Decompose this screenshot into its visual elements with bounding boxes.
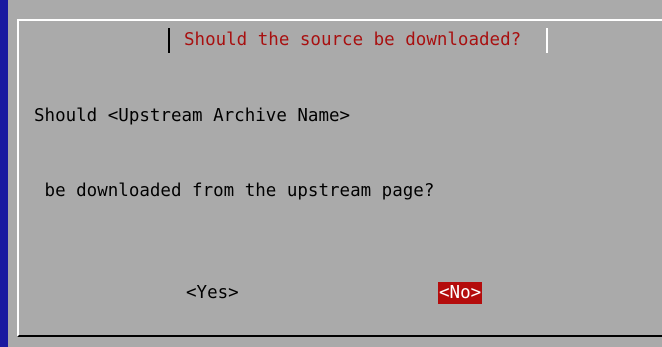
- dialog-screen: Should the source be downloaded? Should …: [0, 0, 662, 347]
- no-button[interactable]: <No>: [438, 282, 483, 304]
- title-bracket-left: [168, 28, 170, 53]
- terminal-left-edge: [0, 0, 8, 347]
- yes-button[interactable]: <Yes>: [186, 282, 239, 304]
- message-line-1: Should <Upstream Archive Name>: [34, 106, 351, 126]
- dialog-title: Should the source be downloaded?: [184, 30, 522, 50]
- title-bracket-right: [546, 28, 548, 53]
- message-line-2: be downloaded from the upstream page?: [34, 181, 435, 201]
- dialog-message: Should <Upstream Archive Name> be downlo…: [34, 54, 434, 254]
